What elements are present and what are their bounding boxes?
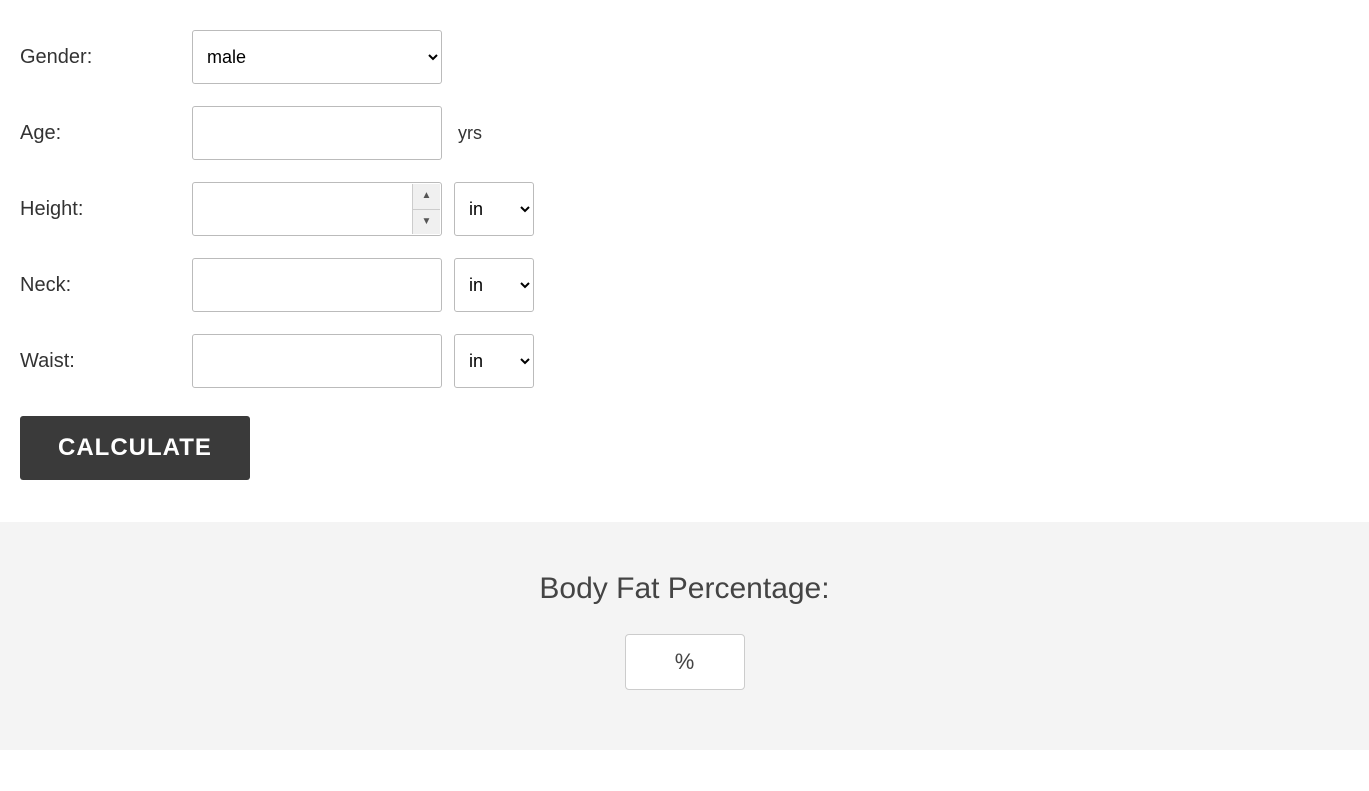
- result-value-box: %: [625, 634, 745, 690]
- waist-unit-select[interactable]: in cm: [454, 334, 534, 388]
- age-label: Age:: [20, 122, 180, 145]
- height-increment-button[interactable]: ▲: [413, 184, 440, 210]
- height-input[interactable]: [192, 182, 442, 236]
- age-row: Age: yrs: [20, 106, 1349, 160]
- neck-input[interactable]: [192, 258, 442, 312]
- waist-label: Waist:: [20, 350, 180, 373]
- neck-unit-select[interactable]: in cm: [454, 258, 534, 312]
- neck-row: Neck: in cm: [20, 258, 1349, 312]
- age-input[interactable]: [192, 106, 442, 160]
- calculate-row: CALCULATE: [20, 410, 1349, 480]
- height-row: Height: ▲ ▼ in cm: [20, 182, 1349, 236]
- gender-label: Gender:: [20, 46, 180, 69]
- height-decrement-button[interactable]: ▼: [413, 210, 440, 235]
- height-spin-buttons: ▲ ▼: [412, 184, 440, 234]
- result-section: Body Fat Percentage: %: [0, 522, 1369, 750]
- age-suffix: yrs: [458, 123, 482, 144]
- neck-label: Neck:: [20, 274, 180, 297]
- height-label: Height:: [20, 198, 180, 221]
- height-unit-select[interactable]: in cm: [454, 182, 534, 236]
- result-title: Body Fat Percentage:: [20, 572, 1349, 606]
- calculate-button[interactable]: CALCULATE: [20, 416, 250, 480]
- gender-row: Gender: male female: [20, 30, 1349, 84]
- form-section: Gender: male female Age: yrs Height: ▲ ▼…: [0, 0, 1369, 522]
- height-input-wrapper: ▲ ▼: [192, 182, 442, 236]
- waist-input[interactable]: [192, 334, 442, 388]
- result-value: %: [675, 649, 695, 674]
- gender-select[interactable]: male female: [192, 30, 442, 84]
- waist-row: Waist: in cm: [20, 334, 1349, 388]
